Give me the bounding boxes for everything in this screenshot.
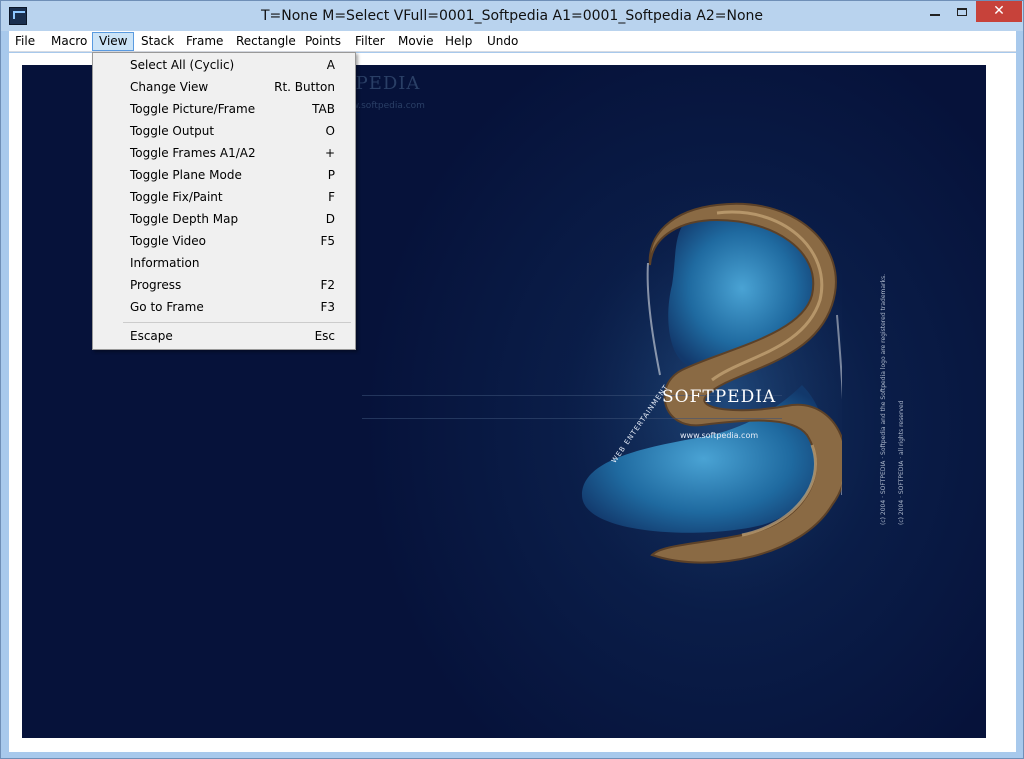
menu-option-label: Toggle Output	[130, 124, 215, 138]
menu-filter[interactable]: Filter	[349, 32, 391, 51]
menu-option-progress[interactable]: Progress F2	[95, 274, 353, 296]
minimize-icon	[930, 13, 940, 16]
menu-points[interactable]: Points	[299, 32, 347, 51]
copyright-note-secondary: (c) 2004 · SOFTPEDIA · all rights reserv…	[898, 400, 905, 525]
menu-bar: File Macro View Stack Frame Rectangle Po…	[9, 31, 1016, 52]
menu-option-toggle-fix-paint[interactable]: Toggle Fix/Paint F	[95, 186, 353, 208]
menu-option-shortcut: TAB	[312, 102, 335, 116]
menu-file[interactable]: File	[9, 32, 41, 51]
menu-option-toggle-output[interactable]: Toggle Output O	[95, 120, 353, 142]
menu-option-label: Information	[130, 256, 200, 270]
menu-option-go-to-frame[interactable]: Go to Frame F3	[95, 296, 353, 318]
menu-option-label: Toggle Picture/Frame	[130, 102, 256, 116]
menu-separator	[123, 322, 351, 323]
menu-option-label: Toggle Frames A1/A2	[130, 146, 256, 160]
menu-option-shortcut: A	[326, 58, 335, 72]
menu-option-information[interactable]: Information	[95, 252, 353, 274]
menu-option-escape[interactable]: Escape Esc	[95, 325, 353, 347]
menu-option-label: Toggle Fix/Paint	[130, 190, 223, 204]
minimize-button[interactable]	[921, 1, 949, 22]
menu-option-label: Toggle Plane Mode	[130, 168, 242, 182]
close-icon: ✕	[993, 3, 1005, 19]
close-button[interactable]: ✕	[976, 1, 1022, 22]
menu-option-shortcut: F3	[320, 300, 335, 314]
menu-option-shortcut: Esc	[314, 329, 335, 343]
copyright-note: (c) 2004 · SOFTPEDIA · Softpedia and the…	[880, 273, 887, 525]
maximize-icon	[957, 7, 967, 16]
brand-logo-text: SOFTPEDIA	[662, 387, 777, 407]
menu-movie[interactable]: Movie	[392, 32, 440, 51]
maximize-button[interactable]	[949, 1, 975, 22]
menu-option-toggle-frames[interactable]: Toggle Frames A1/A2 +	[95, 142, 353, 164]
menu-option-toggle-picture-frame[interactable]: Toggle Picture/Frame TAB	[95, 98, 353, 120]
menu-macro[interactable]: Macro	[45, 32, 93, 51]
menu-undo[interactable]: Undo	[481, 32, 524, 51]
menu-option-shortcut: +	[324, 146, 335, 160]
menu-option-shortcut: Rt. Button	[274, 80, 335, 94]
menu-option-toggle-depth-map[interactable]: Toggle Depth Map D	[95, 208, 353, 230]
title-bar[interactable]: T=None M=Select VFull=0001_Softpedia A1=…	[1, 1, 1023, 31]
menu-help[interactable]: Help	[439, 32, 478, 51]
menu-option-label: Toggle Depth Map	[130, 212, 239, 226]
menu-option-shortcut: P	[327, 168, 335, 182]
brand-url: www.softpedia.com	[680, 431, 759, 440]
island-image	[552, 175, 842, 595]
menu-option-toggle-video[interactable]: Toggle Video F5	[95, 230, 353, 252]
menu-option-select-all[interactable]: Select All (Cyclic) A	[95, 54, 353, 76]
menu-option-label: Progress	[130, 278, 182, 292]
window-title: T=None M=Select VFull=0001_Softpedia A1=…	[260, 8, 764, 24]
menu-option-label: Change View	[130, 80, 209, 94]
menu-option-label: Toggle Video	[130, 234, 207, 248]
menu-option-change-view[interactable]: Change View Rt. Button	[95, 76, 353, 98]
menu-option-label: Select All (Cyclic)	[130, 58, 235, 72]
menu-frame[interactable]: Frame	[180, 32, 229, 51]
menu-option-label: Go to Frame	[130, 300, 204, 314]
menu-option-toggle-plane-mode[interactable]: Toggle Plane Mode P	[95, 164, 353, 186]
app-window: T=None M=Select VFull=0001_Softpedia A1=…	[0, 0, 1024, 759]
menu-view[interactable]: View	[92, 32, 135, 51]
menu-option-shortcut: F	[328, 190, 335, 204]
menu-option-shortcut: D	[325, 212, 335, 226]
menu-option-shortcut: F5	[320, 234, 335, 248]
menu-stack[interactable]: Stack	[135, 32, 180, 51]
menu-option-shortcut: F2	[320, 278, 335, 292]
menu-option-shortcut: O	[325, 124, 335, 138]
menu-option-label: Escape	[130, 329, 173, 343]
menu-rectangle[interactable]: Rectangle	[230, 32, 302, 51]
view-menu-dropdown: Select All (Cyclic) A Change View Rt. Bu…	[92, 52, 356, 350]
